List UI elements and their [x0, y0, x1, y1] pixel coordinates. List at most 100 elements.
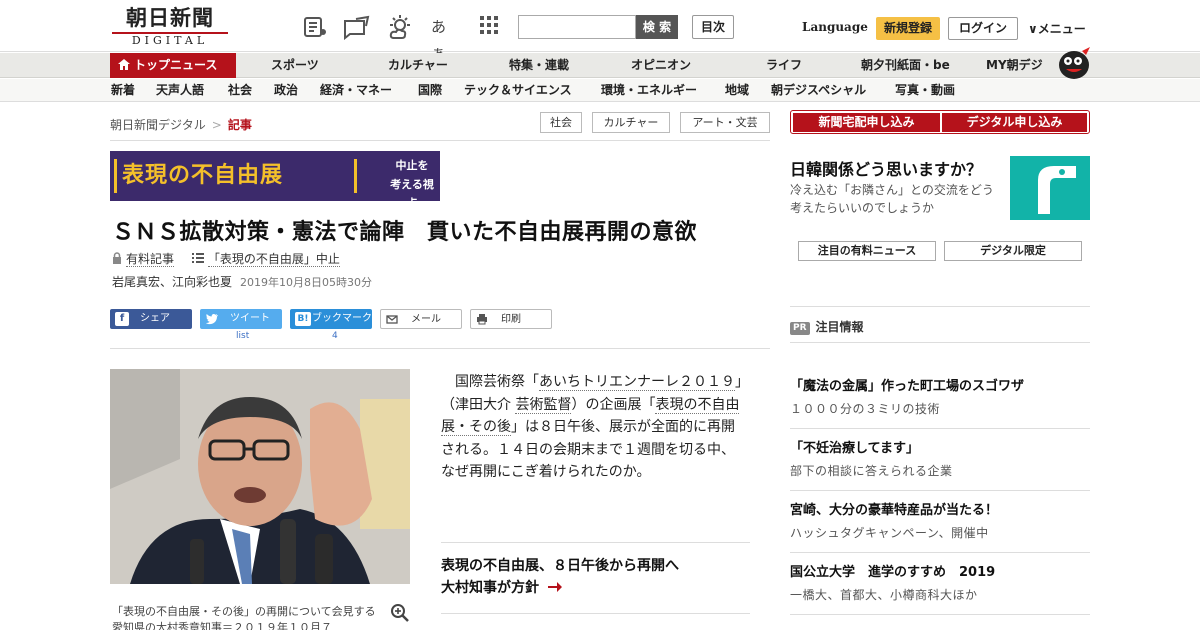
- site-header: 朝日新聞 DIGITAL あぁ 検 索 目次 Language 新規登録 ログイ…: [0, 0, 1200, 62]
- login-button[interactable]: ログイン: [948, 17, 1018, 40]
- secondary-nav: 新着 天声人語 社会 政治 経済・マネー 国際 テック＆サイエンス 環境・エネル…: [0, 79, 1200, 102]
- pr-item-subtitle: 一橋大、首都大、小樽商科大ほか: [790, 588, 978, 602]
- facebook-icon: f: [115, 312, 129, 326]
- related-article[interactable]: 表現の不自由展、８日午後から再開へ 大村知事が方針: [441, 542, 750, 614]
- series-link[interactable]: 「表現の不自由展」中止: [207, 252, 340, 267]
- nav-paper[interactable]: 朝夕刊紙面・be: [861, 53, 950, 78]
- mail-icon: [386, 313, 398, 333]
- banner-subtitle: 中止を 考える視点: [388, 156, 436, 201]
- photo-caption: 「表現の不自由展・その後」の再開について会見する愛知県の大村秀章知事＝２０１９年…: [112, 605, 376, 630]
- nav-life[interactable]: ライフ: [766, 53, 802, 78]
- lock-icon: [112, 252, 122, 267]
- tag-art[interactable]: アート・文芸: [680, 112, 770, 133]
- paid-article-label[interactable]: 有料記事: [126, 252, 175, 267]
- logo-japanese: 朝日新聞: [126, 5, 214, 30]
- digital-signup-button[interactable]: デジタル申し込み: [942, 113, 1087, 132]
- hatena-bookmark-button[interactable]: B! ブックマーク: [290, 309, 372, 329]
- authors: 岩尾真宏、江向彩也夏: [112, 275, 233, 289]
- home-icon: [118, 54, 130, 79]
- twitter-share-button[interactable]: ツイート: [200, 309, 282, 329]
- pr-item-title: 「魔法の金属」作った町工場のスゴワザ: [790, 379, 1025, 394]
- newspaper-icon[interactable]: [302, 14, 328, 40]
- nav-opinion[interactable]: オピニオン: [631, 53, 691, 78]
- breadcrumb-home[interactable]: 朝日新聞デジタル: [110, 118, 206, 132]
- menu-button[interactable]: ∨メニュー: [1028, 20, 1086, 37]
- nav-environment[interactable]: 環境・エネルギー: [601, 79, 697, 102]
- pr-item-subtitle: ハッシュタグキャンペーン、開催中: [790, 526, 989, 540]
- subscribe-buttons: 新聞宅配申し込み デジタル申し込み: [790, 110, 1090, 134]
- pr-heading: PR 注目情報: [790, 318, 864, 335]
- paid-news-button[interactable]: 注目の有料ニュース: [798, 241, 936, 261]
- facebook-share-label: シェア: [140, 313, 170, 324]
- nav-features[interactable]: 特集・連載: [509, 53, 569, 78]
- print-button[interactable]: 印刷: [470, 309, 552, 329]
- nav-my-asahi[interactable]: MY朝デジ: [986, 53, 1043, 78]
- promo-title[interactable]: 日韓関係どう思いますか？: [790, 156, 982, 180]
- divider: [790, 428, 1090, 429]
- related-title-line1: 表現の不自由展、８日午後から再開へ: [441, 558, 679, 574]
- digital-only-button[interactable]: デジタル限定: [944, 241, 1082, 261]
- nav-economy[interactable]: 経済・マネー: [320, 79, 392, 102]
- related-title-line2-text: 大村知事が方針: [441, 580, 539, 596]
- tag-society[interactable]: 社会: [540, 112, 582, 133]
- banner-subtitle-line1: 中止を: [395, 159, 429, 172]
- nav-international[interactable]: 国際: [418, 79, 442, 102]
- nav-politics[interactable]: 政治: [274, 79, 298, 102]
- body-text-3: ）の企画展「: [571, 396, 656, 413]
- nav-region[interactable]: 地域: [725, 79, 749, 102]
- zoom-icon[interactable]: [390, 603, 410, 623]
- article-photo[interactable]: [110, 369, 410, 584]
- article-headline: ＳＮＳ拡散対策・憲法で論陣 貫いた不自由展再開の意欲: [112, 220, 698, 245]
- pr-item[interactable]: 国公立大学 進学のすすめ 2019 一橋大、首都大、小樽商科大ほか: [790, 564, 1090, 604]
- pr-item-title: 宮崎、大分の豪華特産品が当たる！: [790, 503, 999, 518]
- twitter-count[interactable]: list: [236, 331, 249, 341]
- arrow-right-icon: [547, 578, 562, 600]
- site-logo[interactable]: 朝日新聞 DIGITAL: [112, 5, 228, 47]
- nav-special[interactable]: 朝デジスペシャル: [771, 79, 866, 102]
- link-aichi-triennale[interactable]: あいちトリエンナーレ２０１９: [539, 374, 735, 391]
- breadcrumb: 朝日新聞デジタル > 記事: [110, 116, 252, 133]
- byline: 岩尾真宏、江向彩也夏 2019年10月8日05時30分: [112, 273, 372, 290]
- article-meta: 有料記事 「表現の不自由展」中止: [112, 250, 340, 267]
- pr-item[interactable]: 「魔法の金属」作った町工場のスゴワザ １０００分の３ミリの技術: [790, 378, 1090, 418]
- nav-top-news-label: トップニュース: [134, 58, 218, 72]
- pr-heading-label: 注目情報: [815, 320, 864, 334]
- newspaper-delivery-button[interactable]: 新聞宅配申し込み: [793, 113, 940, 132]
- nav-tensei[interactable]: 天声人語: [156, 79, 204, 102]
- nav-tech[interactable]: テック＆サイエンス: [464, 79, 572, 102]
- message-icon[interactable]: [342, 14, 370, 41]
- nav-top-news[interactable]: トップニュース: [110, 53, 236, 78]
- twitter-share-label: ツイート: [230, 313, 270, 324]
- pr-item[interactable]: 宮崎、大分の豪華特産品が当たる！ ハッシュタグキャンペーン、開催中: [790, 502, 1090, 542]
- signup-button[interactable]: 新規登録: [876, 17, 940, 40]
- mail-share-button[interactable]: メール: [380, 309, 462, 329]
- primary-nav: トップニュース スポーツ カルチャー 特集・連載 オピニオン ライフ 朝夕刊紙面…: [0, 47, 1200, 79]
- nav-photo-video[interactable]: 写真・動画: [895, 79, 955, 102]
- logo-english: DIGITAL: [112, 32, 228, 47]
- search-button[interactable]: 検 索: [636, 15, 678, 39]
- body-text-1: 国際芸術祭「: [455, 374, 539, 390]
- link-art-director[interactable]: 芸術監督: [515, 396, 572, 414]
- grid-menu-icon[interactable]: [478, 14, 504, 40]
- divider: [790, 552, 1090, 553]
- breadcrumb-current: 記事: [227, 118, 252, 132]
- facebook-share-button[interactable]: f シェア: [110, 309, 192, 329]
- font-size-icon[interactable]: あぁ: [431, 14, 457, 62]
- nav-sports[interactable]: スポーツ: [271, 53, 319, 78]
- banner-title: 表現の不自由展: [122, 162, 284, 188]
- pr-badge: PR: [790, 322, 810, 335]
- search-input[interactable]: [518, 15, 636, 39]
- series-banner[interactable]: 表現の不自由展 中止を 考える視点: [110, 151, 440, 201]
- nav-latest[interactable]: 新着: [111, 79, 135, 102]
- promo-image[interactable]: [1010, 156, 1090, 220]
- mail-share-label: メール: [411, 314, 441, 325]
- weather-icon[interactable]: [386, 14, 412, 40]
- language-link[interactable]: Language: [802, 20, 868, 34]
- nav-society[interactable]: 社会: [228, 79, 252, 102]
- pr-item[interactable]: 「不妊治療してます」 部下の相談に答えられる企業: [790, 440, 1090, 480]
- tag-culture[interactable]: カルチャー: [592, 112, 670, 133]
- hatena-count[interactable]: 4: [332, 331, 338, 341]
- toc-button[interactable]: 目次: [692, 15, 734, 39]
- mascot-icon[interactable]: [1056, 45, 1092, 79]
- nav-culture[interactable]: カルチャー: [388, 53, 448, 78]
